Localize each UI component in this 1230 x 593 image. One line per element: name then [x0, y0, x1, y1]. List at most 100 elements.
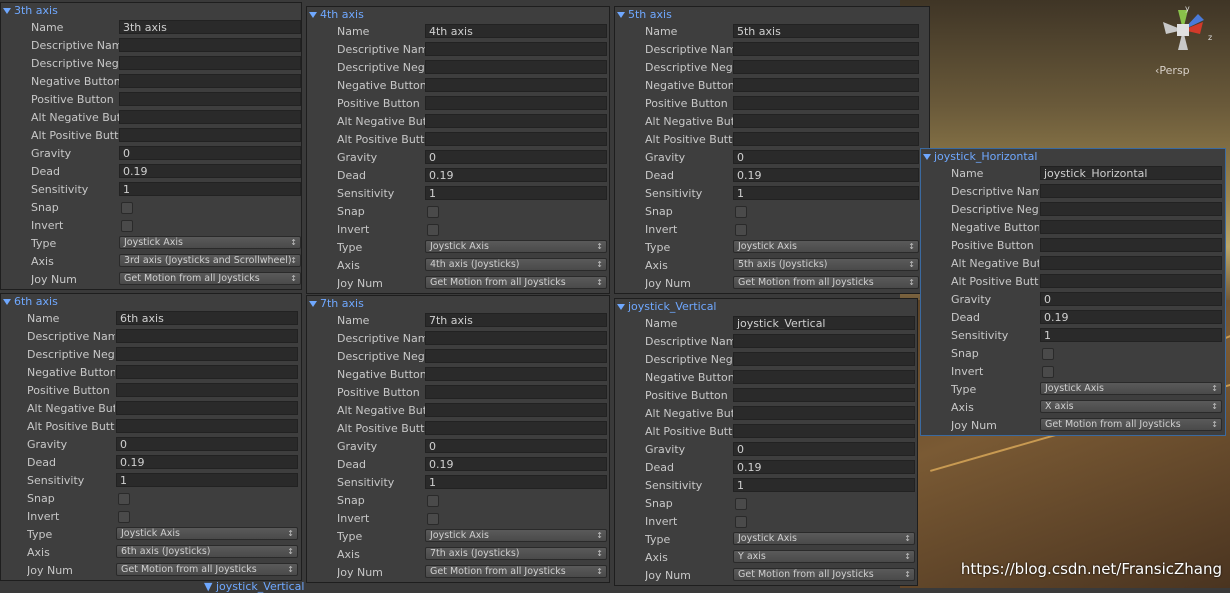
field-input-desc_neg[interactable] [425, 60, 607, 74]
panel-title[interactable]: 6th axis [1, 294, 301, 310]
foldout-arrow-icon[interactable] [617, 12, 625, 18]
dropdown-axis[interactable]: 7th axis (Joysticks) ↕ [425, 547, 607, 560]
field-input-neg_btn[interactable] [119, 74, 301, 88]
dropdown-joy_num[interactable]: Get Motion from all Joysticks ↕ [1040, 418, 1222, 431]
field-input-pos_btn[interactable] [733, 96, 919, 110]
field-input-desc_neg[interactable] [733, 60, 919, 74]
panel-title[interactable]: 7th axis [307, 296, 609, 312]
field-input-pos_btn[interactable] [1040, 238, 1222, 252]
field-input-name[interactable]: 6th axis [116, 311, 298, 325]
field-input-gravity[interactable]: 0 [425, 439, 607, 453]
field-input-name[interactable]: joystick_Vertical [733, 316, 915, 330]
panel-stub-title[interactable]: ▼ joystick_Vertical [204, 580, 304, 593]
checkbox-invert[interactable] [427, 513, 439, 525]
field-input-dead[interactable]: 0.19 [425, 168, 607, 182]
field-input-sensitivity[interactable]: 1 [119, 182, 301, 196]
field-input-dead[interactable]: 0.19 [425, 457, 607, 471]
panel-title[interactable]: 4th axis [307, 7, 609, 23]
field-input-sensitivity[interactable]: 1 [425, 475, 607, 489]
field-input-name[interactable]: 5th axis [733, 24, 919, 38]
field-input-gravity[interactable]: 0 [116, 437, 298, 451]
field-input-pos_btn[interactable] [425, 96, 607, 110]
field-input-desc_pos[interactable] [119, 38, 301, 52]
dropdown-joy_num[interactable]: Get Motion from all Joysticks ↕ [119, 272, 301, 285]
dropdown-axis[interactable]: 6th axis (Joysticks) ↕ [116, 545, 298, 558]
field-input-alt_pos[interactable] [425, 421, 607, 435]
field-input-dead[interactable]: 0.19 [116, 455, 298, 469]
panel-title[interactable]: joystick_Horizontal [921, 149, 1225, 165]
dropdown-joy_num[interactable]: Get Motion from all Joysticks ↕ [733, 568, 915, 581]
field-input-pos_btn[interactable] [425, 385, 607, 399]
dropdown-type[interactable]: Joystick Axis ↕ [425, 529, 607, 542]
scene-gizmo-icon[interactable]: y z [1148, 2, 1218, 58]
field-input-name[interactable]: joystick_Horizontal [1040, 166, 1222, 180]
field-input-alt_pos[interactable] [733, 132, 919, 146]
field-input-alt_neg[interactable] [1040, 256, 1222, 270]
field-input-sensitivity[interactable]: 1 [1040, 328, 1222, 342]
foldout-arrow-icon[interactable] [309, 301, 317, 307]
checkbox-invert[interactable] [427, 224, 439, 236]
panel-title[interactable]: 5th axis [615, 7, 929, 23]
field-input-alt_pos[interactable] [116, 419, 298, 433]
foldout-arrow-icon[interactable] [923, 154, 931, 160]
field-input-pos_btn[interactable] [119, 92, 301, 106]
foldout-arrow-icon[interactable] [3, 8, 11, 14]
field-input-dead[interactable]: 0.19 [119, 164, 301, 178]
field-input-neg_btn[interactable] [116, 365, 298, 379]
field-input-desc_neg[interactable] [119, 56, 301, 70]
field-input-neg_btn[interactable] [1040, 220, 1222, 234]
dropdown-axis[interactable]: 4th axis (Joysticks) ↕ [425, 258, 607, 271]
field-input-neg_btn[interactable] [425, 367, 607, 381]
field-input-alt_neg[interactable] [425, 114, 607, 128]
checkbox-snap[interactable] [427, 206, 439, 218]
field-input-alt_neg[interactable] [425, 403, 607, 417]
field-input-desc_pos[interactable] [733, 42, 919, 56]
field-input-name[interactable]: 3th axis [119, 20, 301, 34]
field-input-desc_pos[interactable] [425, 331, 607, 345]
foldout-arrow-icon[interactable] [309, 12, 317, 18]
field-input-neg_btn[interactable] [425, 78, 607, 92]
dropdown-joy_num[interactable]: Get Motion from all Joysticks ↕ [425, 276, 607, 289]
field-input-gravity[interactable]: 0 [1040, 292, 1222, 306]
dropdown-type[interactable]: Joystick Axis ↕ [733, 532, 915, 545]
checkbox-snap[interactable] [118, 493, 130, 505]
field-input-alt_neg[interactable] [119, 110, 301, 124]
field-input-dead[interactable]: 0.19 [1040, 310, 1222, 324]
foldout-arrow-icon[interactable] [617, 304, 625, 310]
field-input-dead[interactable]: 0.19 [733, 460, 915, 474]
field-input-sensitivity[interactable]: 1 [733, 186, 919, 200]
checkbox-invert[interactable] [118, 511, 130, 523]
checkbox-snap[interactable] [735, 498, 747, 510]
dropdown-type[interactable]: Joystick Axis ↕ [116, 527, 298, 540]
dropdown-joy_num[interactable]: Get Motion from all Joysticks ↕ [425, 565, 607, 578]
checkbox-snap[interactable] [1042, 348, 1054, 360]
field-input-sensitivity[interactable]: 1 [116, 473, 298, 487]
field-input-gravity[interactable]: 0 [733, 150, 919, 164]
checkbox-invert[interactable] [735, 516, 747, 528]
field-input-gravity[interactable]: 0 [119, 146, 301, 160]
dropdown-type[interactable]: Joystick Axis ↕ [425, 240, 607, 253]
dropdown-axis[interactable]: X axis ↕ [1040, 400, 1222, 413]
field-input-desc_neg[interactable] [116, 347, 298, 361]
field-input-desc_neg[interactable] [1040, 202, 1222, 216]
field-input-desc_neg[interactable] [425, 349, 607, 363]
checkbox-snap[interactable] [121, 202, 133, 214]
field-input-neg_btn[interactable] [733, 370, 915, 384]
checkbox-snap[interactable] [735, 206, 747, 218]
persp-toggle[interactable]: ‹Persp [1155, 64, 1190, 77]
field-input-sensitivity[interactable]: 1 [425, 186, 607, 200]
field-input-pos_btn[interactable] [116, 383, 298, 397]
field-input-desc_neg[interactable] [733, 352, 915, 366]
field-input-alt_neg[interactable] [733, 406, 915, 420]
field-input-alt_pos[interactable] [1040, 274, 1222, 288]
foldout-arrow-icon[interactable] [3, 299, 11, 305]
field-input-pos_btn[interactable] [733, 388, 915, 402]
field-input-alt_pos[interactable] [733, 424, 915, 438]
field-input-alt_neg[interactable] [116, 401, 298, 415]
checkbox-invert[interactable] [735, 224, 747, 236]
field-input-alt_pos[interactable] [425, 132, 607, 146]
field-input-name[interactable]: 4th axis [425, 24, 607, 38]
field-input-desc_pos[interactable] [733, 334, 915, 348]
field-input-dead[interactable]: 0.19 [733, 168, 919, 182]
field-input-desc_pos[interactable] [425, 42, 607, 56]
